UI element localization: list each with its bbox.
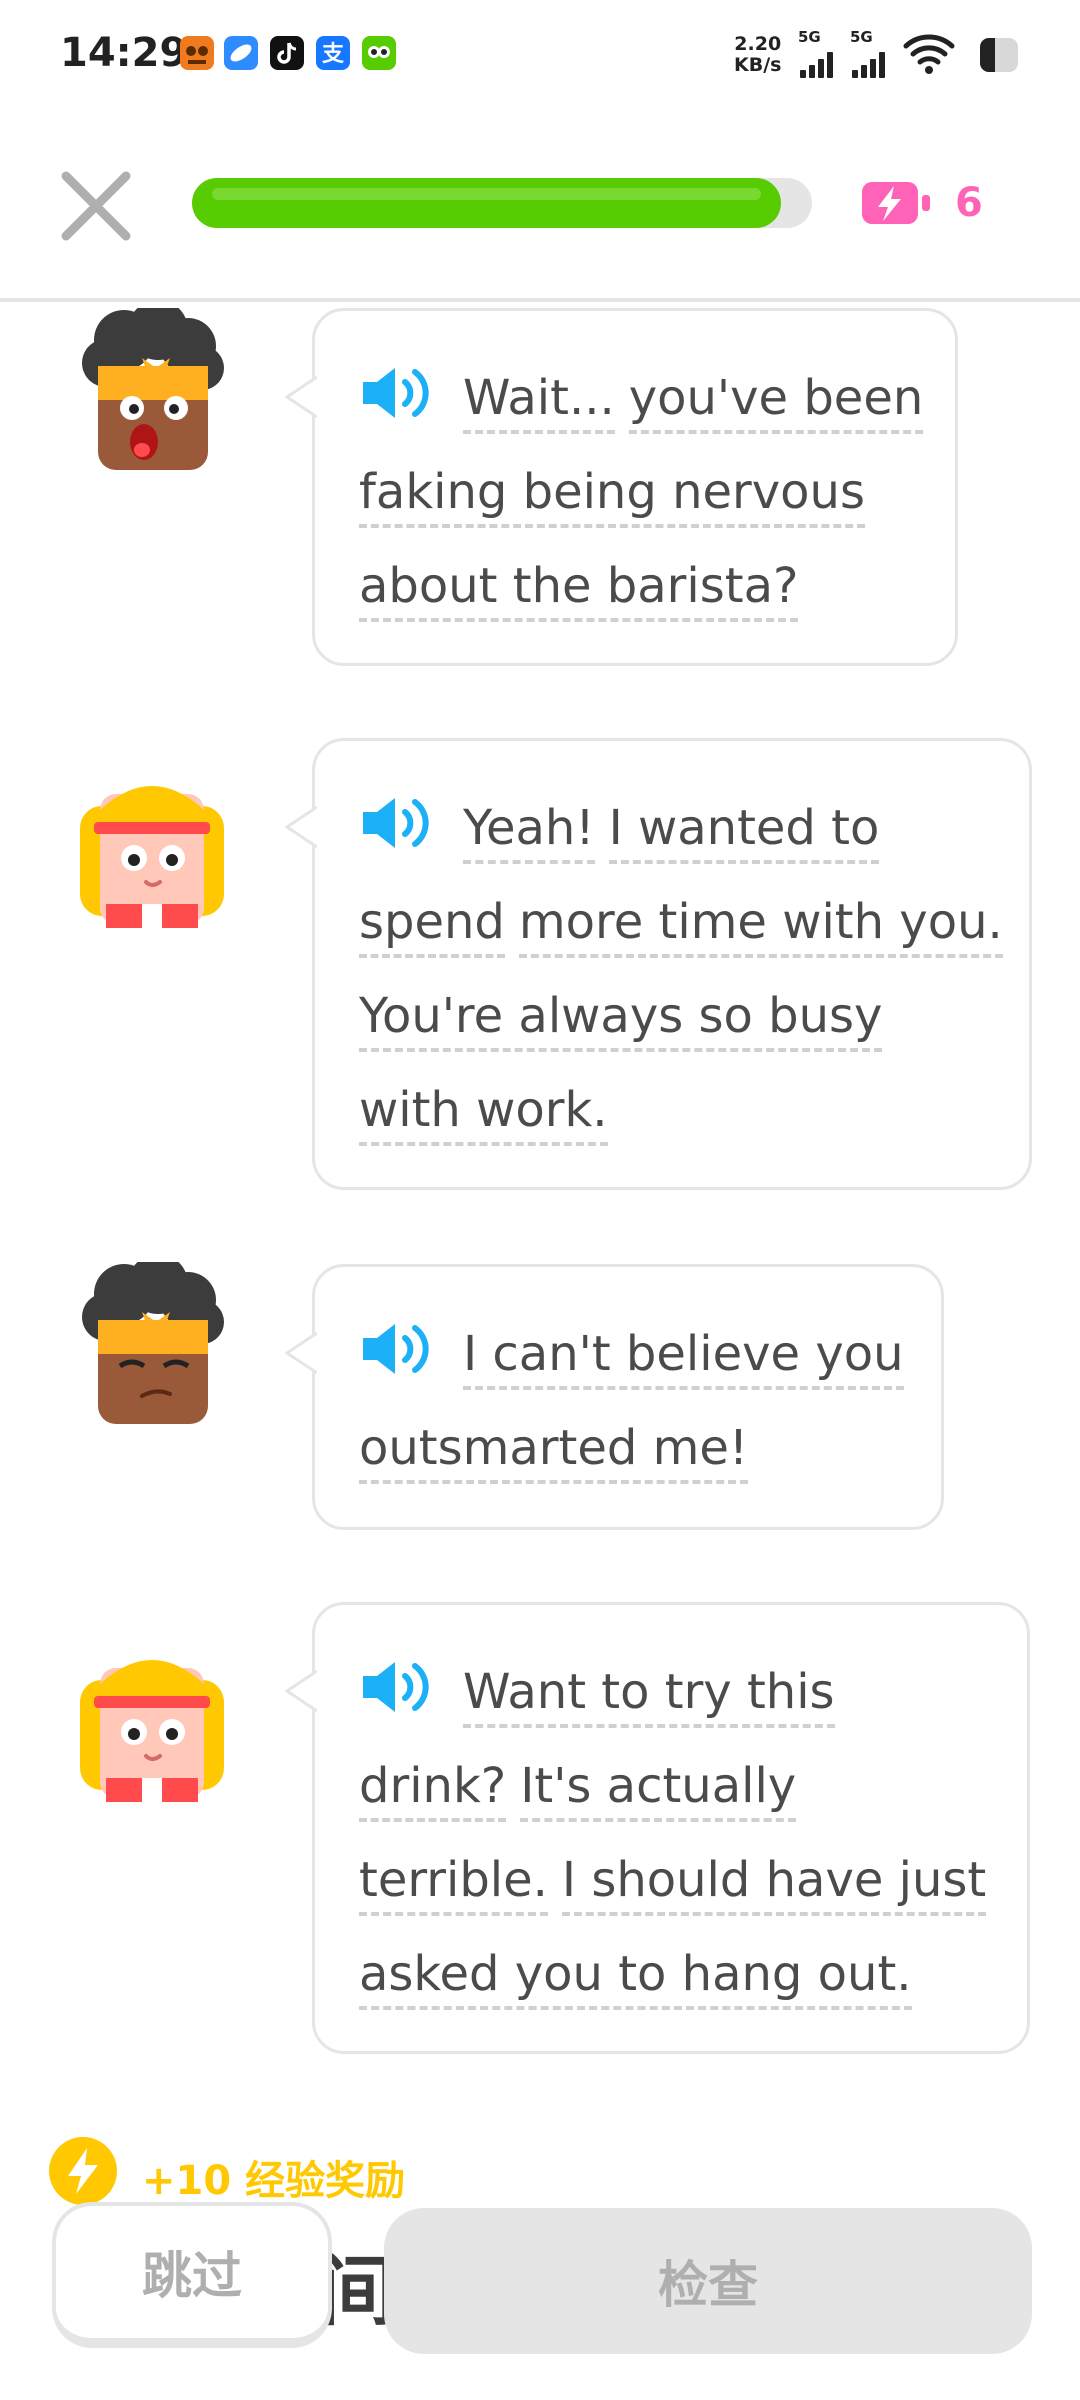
- dialogue-segment[interactable]: faking being nervous: [359, 464, 865, 528]
- speech-bubble: Wait... you've been faking being nervous …: [285, 308, 958, 666]
- dialogue-segment[interactable]: spend: [359, 894, 505, 958]
- dialogue-segment[interactable]: I should have just: [561, 1852, 987, 1916]
- dialogue-segment[interactable]: Yeah!: [463, 800, 595, 864]
- duolingo-icon: [362, 36, 396, 70]
- speech-bubble: Yeah! I wanted to spend more time with you…: [285, 738, 1032, 1190]
- close-icon: [61, 171, 131, 241]
- wifi-icon: [902, 30, 956, 80]
- signal-icon-sim2: 5G: [850, 28, 894, 82]
- dialogue-area: Wait... you've been faking being nervous …: [0, 302, 1080, 2132]
- status-bar: 14:29 支 2.20 KB/s 5G 5G: [0, 0, 1080, 110]
- svg-text:支: 支: [322, 42, 345, 67]
- speaker-icon[interactable]: [359, 1655, 433, 1717]
- speaker-icon[interactable]: [359, 1317, 433, 1379]
- dialogue-segment[interactable]: You're always so busy: [359, 988, 883, 1052]
- speech-bubble: Want to try this drink? It's actually ter…: [285, 1602, 1030, 2054]
- dialogue-segment[interactable]: you've been: [628, 370, 924, 434]
- app-icon-orange: [180, 36, 214, 70]
- dialogue-segment[interactable]: I wanted to: [608, 800, 880, 864]
- avatar-lin: [72, 302, 232, 488]
- dialogue-segment[interactable]: drink?: [359, 1758, 507, 1822]
- dialogue-segment[interactable]: Want to try this: [463, 1664, 835, 1728]
- progress-fill: [192, 178, 781, 228]
- lesson-progress-bar: [192, 178, 812, 228]
- status-time: 14:29: [60, 30, 188, 76]
- signal-icon-sim1: 5G: [798, 28, 842, 82]
- energy-icon: [860, 178, 932, 228]
- app-icon-blue: [224, 36, 258, 70]
- speaker-icon[interactable]: [359, 361, 433, 423]
- check-button[interactable]: 检查: [384, 2208, 1032, 2354]
- dialogue-segment[interactable]: terrible.: [359, 1852, 548, 1916]
- dialogue-segment[interactable]: It's actually: [520, 1758, 797, 1822]
- xp-bolt-icon: [48, 2136, 118, 2206]
- avatar-lily: [72, 754, 232, 934]
- dialogue-segment[interactable]: Wait...: [463, 370, 615, 434]
- avatar-lin: [72, 1254, 232, 1442]
- dialogue-segment[interactable]: asked you to hang out.: [359, 1946, 912, 2010]
- avatar-lily: [72, 1628, 232, 1808]
- dialogue-segment[interactable]: outsmarted me!: [359, 1420, 749, 1484]
- close-button[interactable]: [50, 160, 142, 252]
- tiktok-icon: [270, 36, 304, 70]
- dialogue-segment[interactable]: with work.: [359, 1082, 608, 1146]
- dialogue-segment[interactable]: about the barista?: [359, 558, 799, 622]
- skip-button[interactable]: 跳过: [52, 2202, 332, 2348]
- dialogue-segment[interactable]: I can't believe you: [463, 1326, 904, 1390]
- xp-bonus-label: +10 经验奖励: [142, 2158, 406, 2204]
- dialogue-segment[interactable]: more time with you.: [518, 894, 1003, 958]
- battery-icon: [980, 38, 1018, 72]
- alipay-icon: 支: [316, 36, 350, 70]
- speaker-icon[interactable]: [359, 791, 433, 853]
- energy-count: 6: [955, 180, 983, 226]
- speech-bubble: I can't believe you outsmarted me!: [285, 1264, 944, 1530]
- network-speed: 2.20 KB/s: [734, 33, 782, 76]
